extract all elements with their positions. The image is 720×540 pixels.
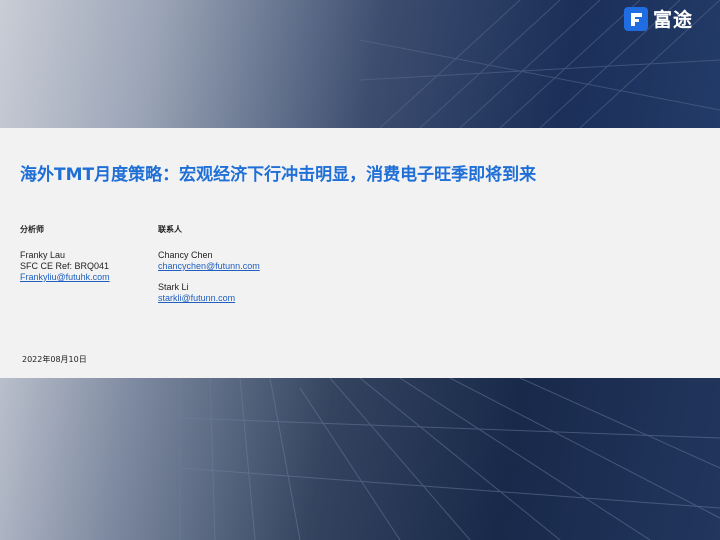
building-image-top xyxy=(359,0,720,128)
analyst-section: 分析师 Franky Lau SFC CE Ref: BRQ041 Franky… xyxy=(20,224,110,283)
report-date: 2022年08月10日 xyxy=(22,355,87,364)
contact-name: Chancy Chen xyxy=(158,250,213,260)
analyst-ref: SFC CE Ref: BRQ041 xyxy=(20,261,110,271)
logo-text: 富途 xyxy=(653,9,694,31)
analyst-email-link[interactable]: Frankyliu@futuhk.com xyxy=(20,272,110,283)
building-image-bottom xyxy=(179,378,720,540)
analyst-name: Franky Lau xyxy=(20,250,66,260)
report-title: 海外TMT月度策略：宏观经济下行冲击明显，消费电子旺季即将到来 xyxy=(20,165,537,185)
contacts-heading: 联系人 xyxy=(158,225,182,234)
company-logo: 富途 xyxy=(624,5,693,32)
footer-background-image xyxy=(0,378,720,540)
header-background-image xyxy=(0,0,720,128)
logo-icon xyxy=(624,6,648,31)
contact-email-link[interactable]: starkli@futunn.com xyxy=(158,293,260,304)
contact-name: Stark Li xyxy=(158,282,189,292)
contacts-section: 联系人 Chancy Chen chancychen@futunn.com St… xyxy=(158,224,260,304)
contact-email-link[interactable]: chancychen@futunn.com xyxy=(158,261,260,272)
analyst-heading: 分析师 xyxy=(20,225,44,234)
